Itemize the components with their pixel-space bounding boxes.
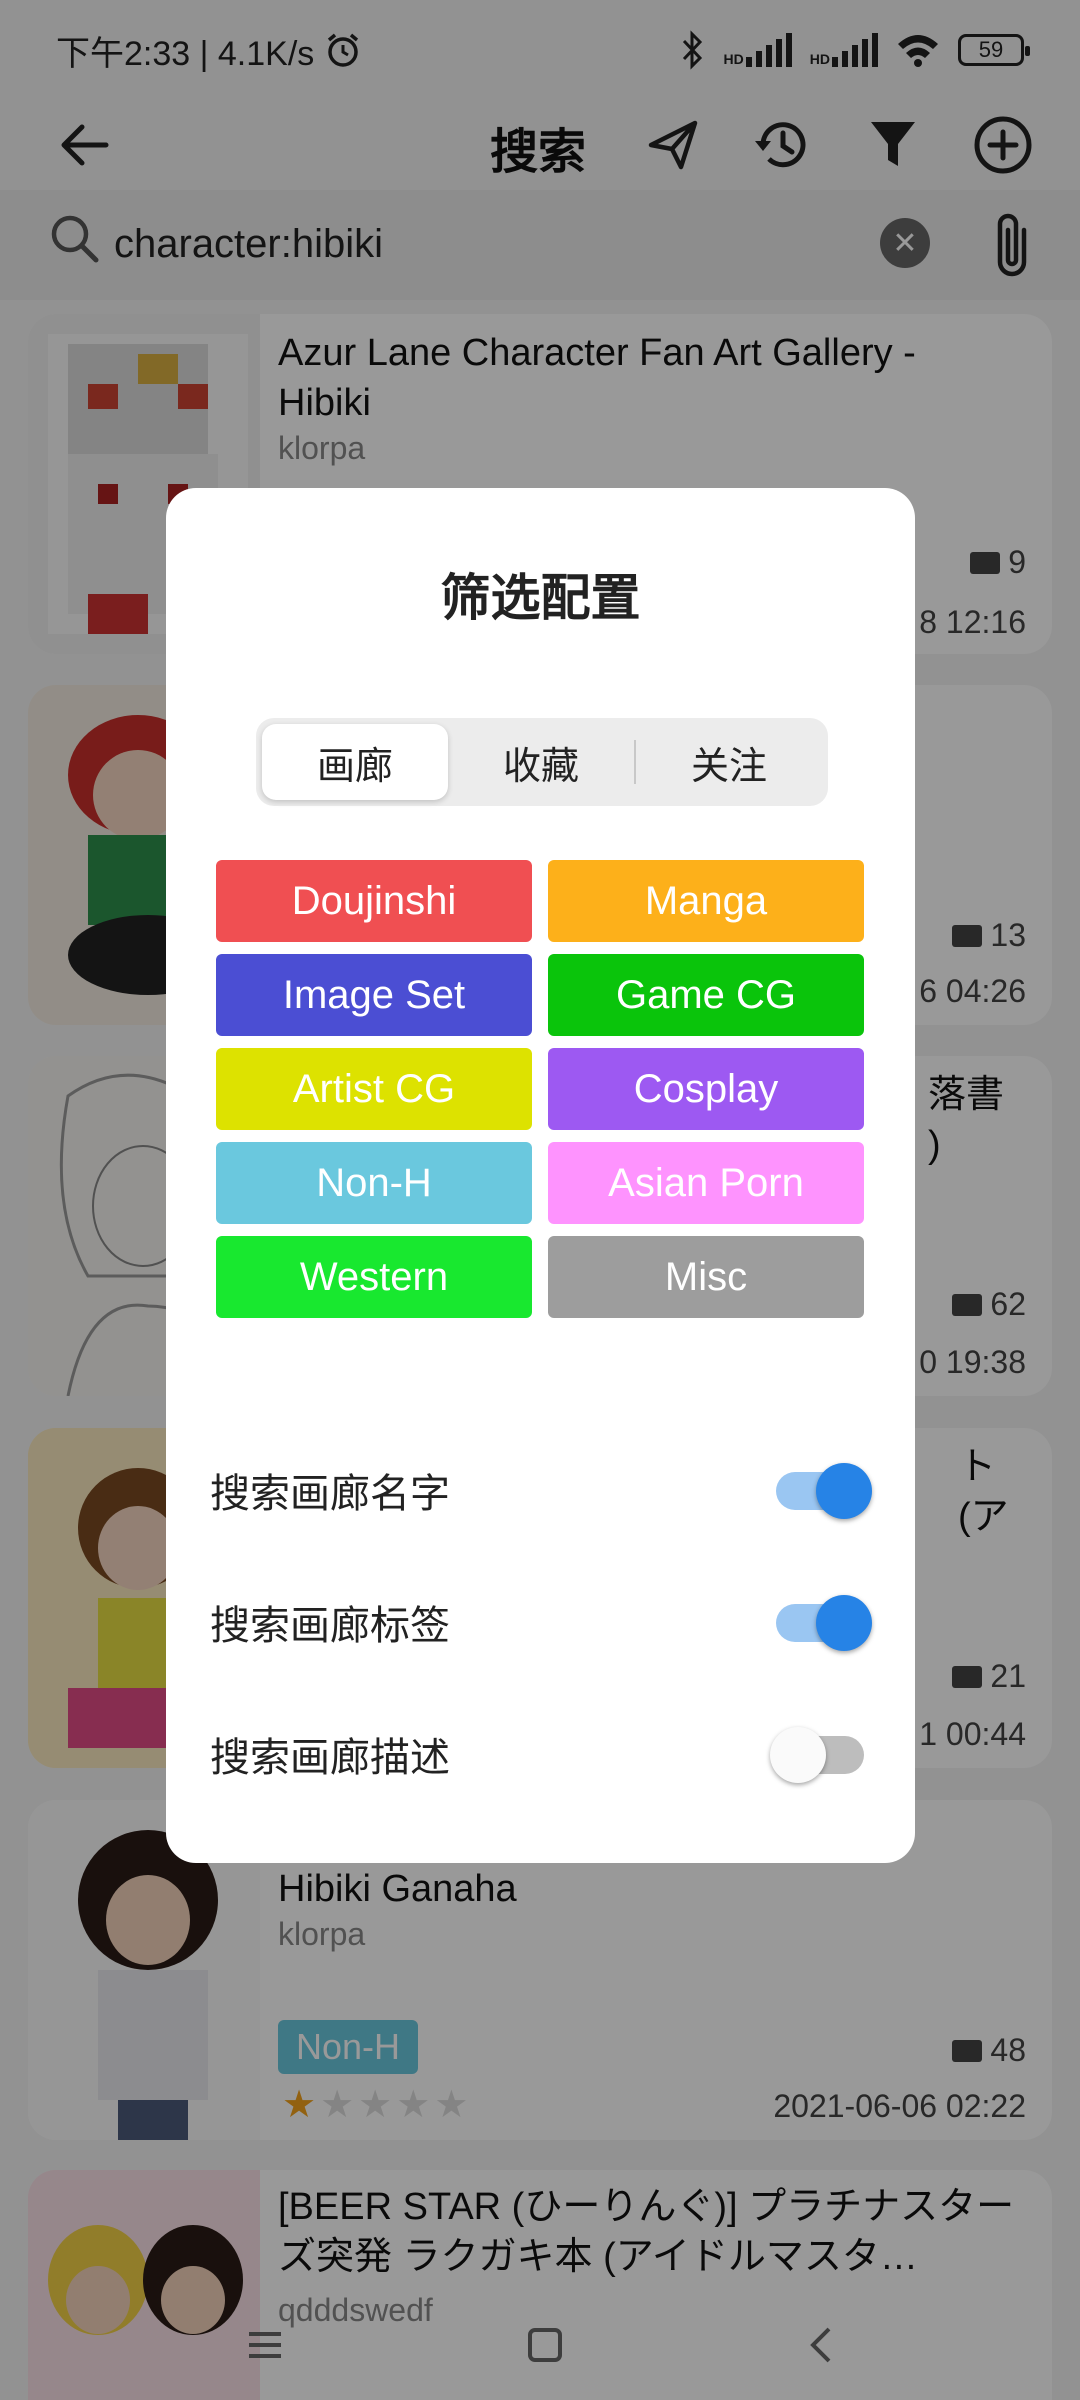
category-doujinshi[interactable]: Doujinshi bbox=[216, 860, 532, 942]
category-misc[interactable]: Misc bbox=[548, 1236, 864, 1318]
search-tags-toggle[interactable] bbox=[770, 1592, 872, 1652]
category-image-set[interactable]: Image Set bbox=[216, 954, 532, 1036]
switch-row-tags: 搜索画廊标签 bbox=[210, 1582, 872, 1662]
search-description-toggle[interactable] bbox=[770, 1724, 870, 1784]
tab-favorites[interactable]: 收藏 bbox=[448, 724, 634, 800]
switch-knob bbox=[770, 1727, 826, 1783]
switch-label: 搜索画廊描述 bbox=[210, 1736, 450, 1780]
switch-row-description: 搜索画廊描述 bbox=[210, 1714, 870, 1794]
filter-dialog: 筛选配置 画廊 收藏 关注 Doujinshi Manga Image Set … bbox=[166, 488, 915, 1863]
tab-segmented-control: 画廊 收藏 关注 bbox=[256, 718, 828, 806]
tab-following[interactable]: 关注 bbox=[636, 724, 822, 800]
search-name-toggle[interactable] bbox=[770, 1460, 872, 1520]
category-manga[interactable]: Manga bbox=[548, 860, 864, 942]
category-game-cg[interactable]: Game CG bbox=[548, 954, 864, 1036]
category-cosplay[interactable]: Cosplay bbox=[548, 1048, 864, 1130]
category-grid: Doujinshi Manga Image Set Game CG Artist… bbox=[216, 860, 864, 1318]
switch-row-name: 搜索画廊名字 bbox=[210, 1450, 872, 1530]
tab-gallery[interactable]: 画廊 bbox=[262, 724, 448, 800]
category-asian-porn[interactable]: Asian Porn bbox=[548, 1142, 864, 1224]
category-non-h[interactable]: Non-H bbox=[216, 1142, 532, 1224]
switch-label: 搜索画廊名字 bbox=[210, 1472, 450, 1516]
switch-label: 搜索画廊标签 bbox=[210, 1604, 450, 1648]
switch-knob bbox=[816, 1463, 872, 1519]
switch-knob bbox=[816, 1595, 872, 1651]
category-western[interactable]: Western bbox=[216, 1236, 532, 1318]
category-artist-cg[interactable]: Artist CG bbox=[216, 1048, 532, 1130]
dialog-title: 筛选配置 bbox=[440, 570, 641, 626]
